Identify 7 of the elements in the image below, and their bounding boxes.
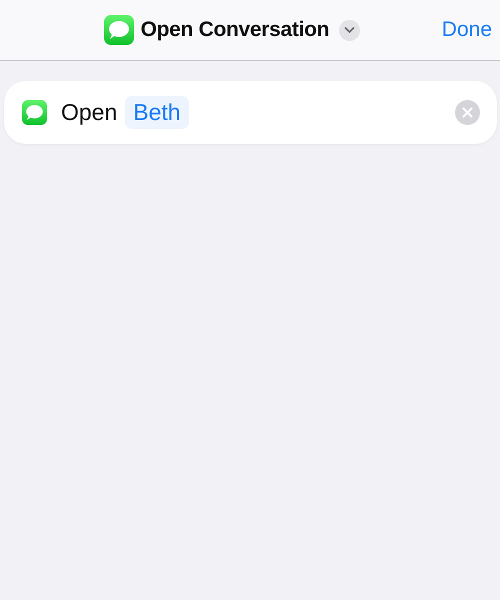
action-label: Open [61, 99, 118, 126]
messages-icon [22, 100, 47, 125]
shortcut-title: Open Conversation [140, 18, 330, 42]
contact-token[interactable]: Beth [125, 96, 189, 129]
done-button[interactable]: Done [434, 18, 500, 42]
chevron-down-icon[interactable] [339, 20, 360, 40]
messages-icon [104, 15, 134, 45]
